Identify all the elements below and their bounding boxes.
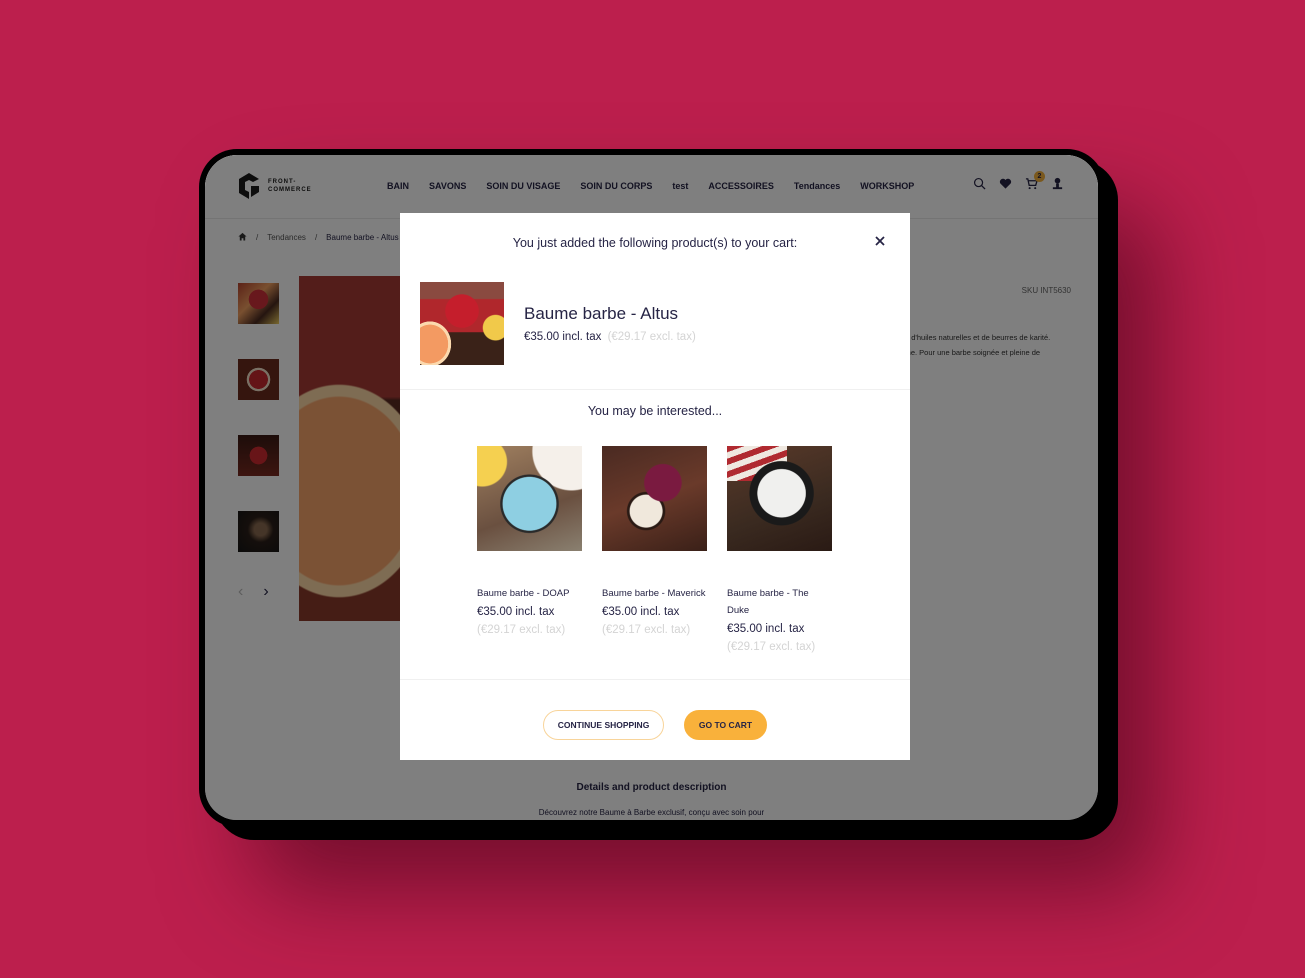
- close-icon[interactable]: [873, 234, 887, 248]
- recommendation-name[interactable]: Baume barbe - Maverick: [602, 585, 707, 602]
- recommendation-image[interactable]: [727, 446, 832, 551]
- recommendation-price-excl: (€29.17 excl. tax): [727, 641, 816, 653]
- recommendation-image[interactable]: [477, 446, 582, 551]
- recommendation-card[interactable]: Baume barbe - The Duke €35.00 incl. tax …: [727, 446, 832, 653]
- recommendation-price: €35.00 incl. tax: [602, 606, 680, 618]
- recommendations-title: You may be interested...: [587, 404, 723, 418]
- modal-title: You just added the following product(s) …: [512, 236, 798, 250]
- added-product: Baume barbe - Altus €35.00 incl. tax (€2…: [420, 282, 696, 365]
- recommendation-price: €35.00 incl. tax: [477, 606, 555, 618]
- added-product-image: [420, 282, 504, 365]
- added-product-price: €35.00 incl. tax: [524, 331, 602, 343]
- recommendations-list: Baume barbe - DOAP €35.00 incl. tax (€29…: [477, 446, 832, 653]
- recommendation-price: €35.00 incl. tax: [727, 623, 805, 635]
- recommendation-name[interactable]: Baume barbe - DOAP: [477, 585, 582, 602]
- modal-actions: CONTINUE SHOPPING GO TO CART: [400, 710, 910, 740]
- added-product-price-excl: (€29.17 excl. tax): [607, 331, 696, 343]
- recommendation-price-excl: (€29.17 excl. tax): [477, 624, 566, 636]
- go-to-cart-button[interactable]: GO TO CART: [684, 710, 767, 740]
- recommendation-card[interactable]: Baume barbe - Maverick €35.00 incl. tax …: [602, 446, 707, 653]
- recommendation-name[interactable]: Baume barbe - The Duke: [727, 585, 832, 619]
- recommendation-card[interactable]: Baume barbe - DOAP €35.00 incl. tax (€29…: [477, 446, 582, 653]
- added-to-cart-modal: You just added the following product(s) …: [400, 213, 910, 760]
- recommendation-image[interactable]: [602, 446, 707, 551]
- continue-shopping-button[interactable]: CONTINUE SHOPPING: [543, 710, 664, 740]
- added-product-name: Baume barbe - Altus: [524, 304, 679, 323]
- divider: [400, 679, 910, 680]
- recommendation-price-excl: (€29.17 excl. tax): [602, 624, 691, 636]
- divider: [400, 389, 910, 390]
